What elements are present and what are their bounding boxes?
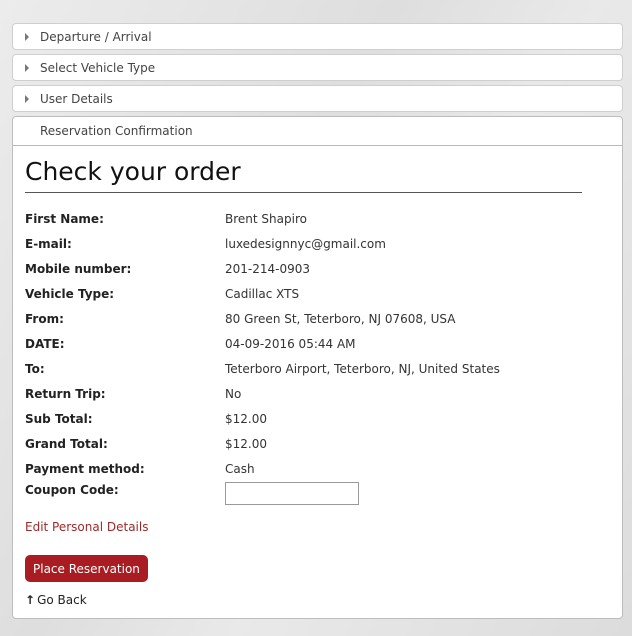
row-value: $12.00 <box>225 411 267 426</box>
go-back-link[interactable]: ↑ Go Back <box>25 593 610 607</box>
order-row-date: DATE: 04-09-2016 05:44 AM <box>25 331 610 356</box>
place-reservation-button[interactable]: Place Reservation <box>25 555 148 582</box>
row-value: $12.00 <box>225 436 267 451</box>
row-value: Brent Shapiro <box>225 211 307 226</box>
order-row-sub-total: Sub Total: $12.00 <box>25 406 610 431</box>
row-label: From: <box>25 311 64 326</box>
coupon-label: Coupon Code: <box>25 483 119 497</box>
order-summary: First Name: Brent Shapiro E-mail: luxede… <box>25 206 610 513</box>
order-row-to: To: Teterboro Airport, Teterboro, NJ, Un… <box>25 356 610 381</box>
order-row-grand-total: Grand Total: $12.00 <box>25 431 610 456</box>
edit-personal-details-link[interactable]: Edit Personal Details <box>25 520 610 534</box>
row-label: DATE: <box>25 336 65 351</box>
accordion-reservation-confirmation[interactable]: Reservation Confirmation <box>13 117 622 146</box>
row-value: No <box>225 386 242 401</box>
reservation-wizard: Departure / Arrival Select Vehicle Type … <box>12 23 623 619</box>
order-row-first-name: First Name: Brent Shapiro <box>25 206 610 231</box>
order-row-payment-method: Payment method: Cash <box>25 456 610 481</box>
accordion-label: Reservation Confirmation <box>40 124 193 138</box>
row-value: 04-09-2016 05:44 AM <box>225 336 356 351</box>
order-row-return-trip: Return Trip: No <box>25 381 610 406</box>
accordion-label: User Details <box>40 91 113 106</box>
reservation-confirmation-panel: Reservation Confirmation Check your orde… <box>12 116 623 619</box>
order-row-email: E-mail: luxedesignnyc@gmail.com <box>25 231 610 256</box>
row-label: Mobile number: <box>25 261 132 276</box>
row-value: 80 Green St, Teterboro, NJ 07608, USA <box>225 311 456 326</box>
row-value: luxedesignnyc@gmail.com <box>225 236 386 251</box>
caret-right-icon <box>25 63 29 72</box>
coupon-code-input[interactable] <box>225 482 359 505</box>
row-label: Vehicle Type: <box>25 286 115 301</box>
accordion-select-vehicle-type[interactable]: Select Vehicle Type <box>12 54 623 81</box>
row-value: Cash <box>225 461 255 476</box>
row-value: Cadillac XTS <box>225 286 300 301</box>
row-label: Grand Total: <box>25 436 108 451</box>
order-row-vehicle-type: Vehicle Type: Cadillac XTS <box>25 281 610 306</box>
accordion-user-details[interactable]: User Details <box>12 85 623 112</box>
caret-right-icon <box>25 32 29 41</box>
go-back-label: Go Back <box>37 593 87 607</box>
row-label: First Name: <box>25 211 104 226</box>
order-row-coupon: Coupon Code: <box>25 481 610 513</box>
row-label: To: <box>25 361 45 376</box>
accordion-label: Select Vehicle Type <box>40 60 156 75</box>
accordion-label: Departure / Arrival <box>40 29 152 44</box>
row-label: Sub Total: <box>25 411 93 426</box>
arrow-up-icon: ↑ <box>25 593 36 607</box>
panel-body: Check your order First Name: Brent Shapi… <box>13 146 622 607</box>
accordion-departure-arrival[interactable]: Departure / Arrival <box>12 23 623 50</box>
caret-right-icon <box>25 94 29 103</box>
row-label: Return Trip: <box>25 386 106 401</box>
row-label: Payment method: <box>25 461 145 476</box>
row-value: Teterboro Airport, Teterboro, NJ, United… <box>225 361 500 376</box>
page-title: Check your order <box>25 156 582 193</box>
order-row-from: From: 80 Green St, Teterboro, NJ 07608, … <box>25 306 610 331</box>
row-label: E-mail: <box>25 236 72 251</box>
row-value: 201-214-0903 <box>225 261 311 276</box>
order-row-mobile: Mobile number: 201-214-0903 <box>25 256 610 281</box>
